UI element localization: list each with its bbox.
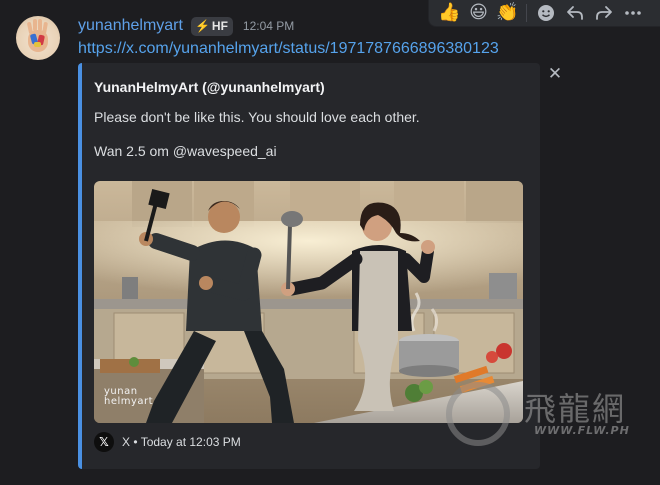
embed-description-line: Wan 2.5 om @wavespeed_ai: [94, 143, 277, 159]
thumbs-up-reaction-button[interactable]: 👍: [435, 0, 464, 26]
chat-message: yunanhelmyart ⚡ HF 12:04 PM https://x.co…: [0, 0, 660, 485]
x-logo-icon: 𝕏: [94, 432, 114, 452]
username[interactable]: yunanhelmyart: [78, 17, 183, 35]
embed-description-line: Please don't be like this. You should lo…: [94, 109, 420, 125]
more-options-icon[interactable]: [618, 0, 647, 26]
embed-author[interactable]: YunanHelmyArt (@yunanhelmyart): [94, 79, 325, 95]
toolbar-divider: [526, 4, 527, 22]
dragon-logo-icon: [446, 382, 510, 446]
role-badge-label: HF: [211, 19, 228, 33]
close-icon[interactable]: ✕: [546, 65, 564, 83]
image-watermark: yunan helmyart: [104, 386, 154, 407]
lightning-bolt-icon: ⚡: [194, 19, 210, 33]
user-avatar[interactable]: [16, 16, 60, 60]
grinning-face-reaction-button[interactable]: 😃: [464, 0, 493, 26]
clapping-hands-reaction-button[interactable]: 👏: [493, 0, 522, 26]
embed-provider: X: [122, 435, 131, 449]
message-timestamp[interactable]: 12:04 PM: [243, 19, 294, 33]
site-watermark-url: WWW.FLW.PH: [534, 424, 630, 437]
site-watermark: 飛龍網 WWW.FLW.PH: [442, 380, 660, 485]
role-badge[interactable]: ⚡ HF: [190, 16, 233, 36]
footer-separator: •: [133, 435, 138, 449]
message-link[interactable]: https://x.com/yunanhelmyart/status/19717…: [78, 40, 499, 58]
reply-icon[interactable]: [560, 0, 589, 26]
message-header: yunanhelmyart ⚡ HF 12:04 PM: [78, 16, 294, 36]
forward-icon[interactable]: [589, 0, 618, 26]
embed-footer-time: Today at 12:03 PM: [140, 435, 241, 449]
message-hover-toolbar: 👍 😃 👏: [428, 0, 660, 27]
add-reaction-icon[interactable]: [531, 0, 560, 26]
embed-footer: 𝕏 X • Today at 12:03 PM: [94, 431, 241, 453]
embed-description: Please don't be like this. You should lo…: [94, 108, 524, 176]
